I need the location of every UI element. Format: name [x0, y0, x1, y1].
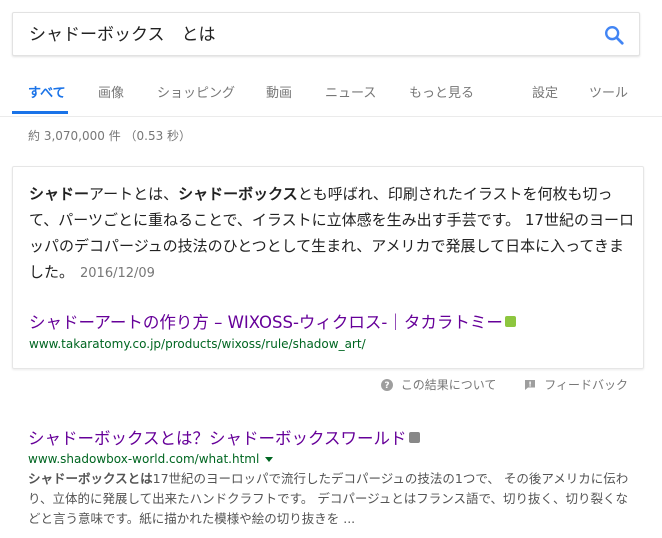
result-url[interactable]: www.shadowbox-world.com/what.html: [28, 452, 274, 466]
feedback-label[interactable]: フィードバック: [544, 376, 628, 393]
result-title[interactable]: シャドーボックスとは？シャドーボックスワールド: [28, 425, 420, 449]
snippet-date: 2016/12/09: [80, 266, 155, 281]
search-tabs: すべて 画像 ショッピング 動画 ニュース もっと見る 設定 ツール: [0, 64, 662, 117]
feedback-icon: [525, 379, 536, 390]
result-stats: 約 3,070,000 件 （0.53 秒）: [28, 129, 192, 143]
url-dropdown-arrow-icon[interactable]: [265, 457, 274, 462]
snippet-text: アートとは、: [89, 185, 179, 203]
tab-more[interactable]: もっと見る: [409, 82, 474, 101]
search-box: [12, 12, 640, 57]
feedback-link[interactable]: フィードバック: [524, 376, 628, 393]
search-icon[interactable]: [603, 24, 625, 46]
tab-settings[interactable]: 設定: [532, 82, 558, 101]
featured-snippet-text: シャドーアートとは、シャドーボックスとも呼ばれ、印刷されたイラストを何枚も切って…: [29, 181, 635, 287]
featured-result-url[interactable]: www.takaratomy.co.jp/products/wixoss/rul…: [29, 337, 366, 351]
featured-result-title[interactable]: シャドーアートの作り方 – WIXOSS-ウィクロス-｜タカラトミー: [29, 309, 516, 333]
search-input[interactable]: [29, 13, 589, 57]
site-badge-icon: [504, 316, 516, 327]
tab-all[interactable]: すべて: [28, 82, 66, 101]
result-url-text[interactable]: www.shadowbox-world.com/what.html: [28, 452, 259, 466]
tab-images[interactable]: 画像: [98, 82, 124, 101]
snippet-highlight: シャドー: [29, 185, 90, 203]
featured-snippet: シャドーアートとは、シャドーボックスとも呼ばれ、印刷されたイラストを何枚も切って…: [12, 166, 644, 369]
result-snippet: シャドーボックスとは17世紀のヨーロッパで流行したデコパージュの技法の1つで、 …: [28, 469, 640, 529]
tab-news[interactable]: ニュース: [325, 82, 376, 101]
featured-result-title-text[interactable]: シャドーアートの作り方 – WIXOSS-ウィクロス-｜タカラトミー: [29, 313, 503, 332]
site-badge-icon: [408, 432, 420, 443]
about-this-result-link[interactable]: ? この結果について: [380, 376, 497, 393]
tab-videos[interactable]: 動画: [266, 82, 292, 101]
help-icon: ?: [380, 378, 393, 391]
snippet-highlight: シャドーボックスとは: [28, 471, 153, 486]
tab-tools[interactable]: ツール: [589, 82, 628, 101]
result-title-text[interactable]: シャドーボックスとは？シャドーボックスワールド: [28, 429, 407, 448]
about-this-result-label[interactable]: この結果について: [401, 376, 497, 393]
feedback-row: ? この結果について フィードバック: [357, 376, 628, 394]
snippet-highlight: シャドーボックス: [178, 185, 298, 203]
svg-text:?: ?: [384, 381, 389, 391]
tab-shopping[interactable]: ショッピング: [157, 82, 235, 101]
active-tab-indicator: [12, 111, 68, 114]
